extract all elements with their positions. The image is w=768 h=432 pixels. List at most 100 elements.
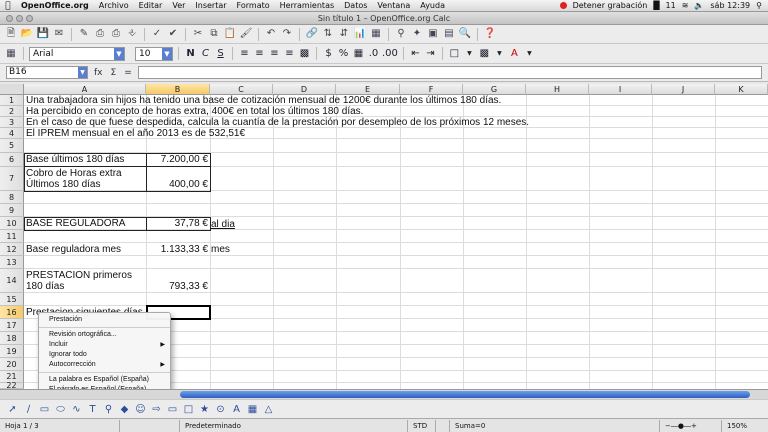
paste-icon[interactable]: 📋 — [223, 27, 237, 41]
zoom-window-button[interactable] — [26, 15, 33, 22]
edit-file-icon[interactable]: ✎ — [77, 27, 91, 41]
callout-icon[interactable]: ⚲ — [102, 403, 115, 416]
cell-a7-line2[interactable]: Últimos 180 días — [26, 179, 100, 190]
chevron-down-icon[interactable]: ▼ — [493, 47, 506, 61]
column-header-f[interactable]: F — [400, 84, 463, 95]
menu-datos[interactable]: Datos — [339, 1, 372, 10]
font-color-icon[interactable]: A — [508, 47, 521, 61]
cell-a14-line1[interactable]: PRESTACION primeros — [26, 270, 132, 281]
from-file-icon[interactable]: ▦ — [246, 403, 259, 416]
menu-item-prestacion[interactable]: Prestación — [39, 315, 170, 325]
extrusion-icon[interactable]: △ — [262, 403, 275, 416]
column-header-d[interactable]: D — [273, 84, 336, 95]
row-header-20[interactable]: 20 — [0, 358, 24, 371]
column-header-b[interactable]: B — [146, 84, 210, 95]
italic-button[interactable]: C — [199, 47, 212, 61]
select-arrow-icon[interactable]: ➚ — [6, 403, 19, 416]
align-right-icon[interactable]: ≡ — [268, 47, 281, 61]
help-icon[interactable]: ❓ — [483, 27, 497, 41]
underline-button[interactable]: S — [214, 47, 227, 61]
find-icon[interactable]: ⚲ — [394, 27, 408, 41]
decrease-indent-icon[interactable]: ⇤ — [409, 47, 422, 61]
datasource-icon[interactable]: ▤ — [442, 27, 456, 41]
align-center-icon[interactable]: ≡ — [253, 47, 266, 61]
row-header-12[interactable]: 12 — [0, 243, 24, 256]
block-arrows-icon[interactable]: ⇨ — [150, 403, 163, 416]
merge-cells-icon[interactable]: ▩ — [298, 47, 311, 61]
row-header-6[interactable]: 6 — [0, 153, 24, 167]
clock[interactable]: sáb 12:39 — [710, 1, 750, 10]
menu-insertar[interactable]: Insertar — [190, 1, 231, 10]
font-name-combo[interactable]: Arial ▼ — [29, 46, 125, 61]
cell-a1[interactable]: Una trabajadora sin hijos ha tenido una … — [26, 95, 501, 106]
function-wizard-icon[interactable]: fx — [92, 68, 105, 78]
name-box[interactable]: B16 ▼ — [6, 66, 88, 79]
volume-icon[interactable]: 🔈 — [694, 1, 704, 10]
chevron-down-icon[interactable]: ▼ — [162, 47, 172, 60]
row-header-5[interactable]: 5 — [0, 139, 24, 153]
email-icon[interactable]: ✉ — [52, 27, 66, 41]
menu-app[interactable]: OpenOffice.org — [16, 1, 94, 10]
row-header-13[interactable]: 13 — [0, 256, 24, 269]
minimize-window-button[interactable] — [16, 15, 23, 22]
delete-decimal-icon[interactable]: .00 — [382, 47, 398, 61]
fontwork-icon[interactable]: A — [230, 403, 243, 416]
menu-ventana[interactable]: Ventana — [372, 1, 415, 10]
currency-format-icon[interactable]: $ — [322, 47, 335, 61]
redo-icon[interactable]: ↷ — [280, 27, 294, 41]
menu-editar[interactable]: Editar — [134, 1, 168, 10]
menu-ver[interactable]: Ver — [167, 1, 190, 10]
horizontal-scrollbar[interactable] — [180, 391, 750, 398]
column-header-e[interactable]: E — [336, 84, 400, 95]
cell-a10[interactable]: BASE REGULADORA — [26, 218, 125, 229]
row-header-2[interactable]: 2 — [0, 106, 24, 117]
cell-a12[interactable]: Base reguladora mes — [26, 244, 121, 255]
pivot-icon[interactable]: ▦ — [369, 27, 383, 41]
row-header-15[interactable]: 15 — [0, 293, 24, 306]
row-header-8[interactable]: 8 — [0, 191, 24, 204]
callouts-icon[interactable]: □ — [182, 403, 195, 416]
sort-ascending-icon[interactable]: ⇅ — [321, 27, 335, 41]
autospell-icon[interactable]: ✔ — [166, 27, 180, 41]
menu-item-autocorreccion[interactable]: Autocorrección ▶ — [39, 360, 170, 370]
add-decimal-icon[interactable]: .0 — [367, 47, 380, 61]
symbol-shapes-icon[interactable]: ☺ — [134, 403, 147, 416]
selection-mode[interactable]: STD — [408, 419, 436, 432]
text-icon[interactable]: T — [86, 403, 99, 416]
row-header-7[interactable]: 7 — [0, 167, 24, 191]
menu-formato[interactable]: Formato — [232, 1, 275, 10]
flowchart-icon[interactable]: ▭ — [166, 403, 179, 416]
chevron-down-icon[interactable]: ▼ — [78, 67, 87, 78]
format-paintbrush-icon[interactable]: 🖌 — [239, 27, 253, 41]
column-header-a[interactable]: A — [24, 84, 146, 95]
cell-a4[interactable]: El IPREM mensual en el año 2013 es de 53… — [26, 128, 245, 139]
menu-item-word-language[interactable]: La palabra es Español (España) — [39, 375, 170, 385]
formula-input[interactable] — [137, 66, 762, 79]
cell-a6[interactable]: Base últimos 180 días — [26, 154, 124, 165]
styles-icon[interactable]: ▦ — [4, 47, 18, 61]
menu-item-incluir[interactable]: Incluir ▶ — [39, 340, 170, 350]
record-icon[interactable] — [559, 2, 567, 9]
page-style[interactable]: Predeterminado — [180, 419, 408, 432]
percent-format-icon[interactable]: % — [337, 47, 350, 61]
menu-herramientas[interactable]: Herramientas — [275, 1, 340, 10]
save-icon[interactable]: 💾 — [36, 27, 50, 41]
column-header-k[interactable]: K — [715, 84, 768, 95]
row-header-18[interactable]: 18 — [0, 332, 24, 345]
font-size-combo[interactable]: 10 ▼ — [135, 46, 173, 61]
row-header-1[interactable]: 1 — [0, 95, 24, 106]
cell-a2[interactable]: Ha percibido en concepto de horas extra,… — [26, 106, 363, 117]
column-header-h[interactable]: H — [526, 84, 589, 95]
justify-icon[interactable]: ≡ — [283, 47, 296, 61]
menu-ayuda[interactable]: Ayuda — [415, 1, 450, 10]
close-window-button[interactable] — [6, 15, 13, 22]
sort-descending-icon[interactable]: ⇵ — [337, 27, 351, 41]
zoom-slider[interactable]: −⎯⎯●⎯⎯+ — [660, 419, 722, 432]
select-all-corner[interactable] — [0, 84, 24, 95]
chevron-down-icon[interactable]: ▼ — [523, 47, 536, 61]
row-header-4[interactable]: 4 — [0, 128, 24, 139]
sum-indicator[interactable]: Suma=0 — [450, 419, 660, 432]
ellipse-icon[interactable]: ⬭ — [54, 403, 67, 416]
row-header-11[interactable]: 11 — [0, 230, 24, 243]
stars-icon[interactable]: ★ — [198, 403, 211, 416]
